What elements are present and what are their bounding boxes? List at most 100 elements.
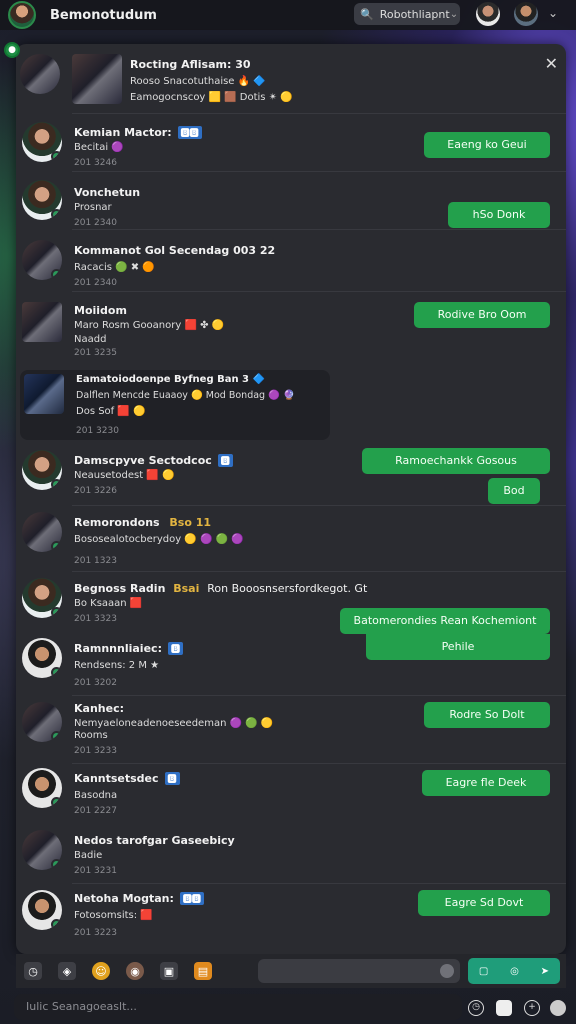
app-title: Bemonotudum [50, 7, 157, 23]
message-text: Naadd [74, 334, 107, 345]
message-text: Rendsens: 2 M ★ [74, 660, 160, 671]
attach-icon[interactable]: ▢ [479, 966, 488, 977]
list-item[interactable]: Netoha Mogtan: 🅱🅱 Fotosomsits: 🟥 201 3223… [16, 884, 566, 950]
reply-button[interactable]: Ramoechankk Gosous [362, 448, 550, 474]
heart-icon[interactable] [496, 1000, 512, 1016]
message-text: Fotosomsits: 🟥 [74, 910, 153, 921]
reply-button[interactable]: Eagre Sd Dovt [418, 890, 550, 916]
message-sender: Remorondons [74, 516, 160, 529]
user-avatar[interactable] [8, 1, 36, 29]
timestamp: 201 2340 [74, 218, 117, 228]
list-item[interactable]: Damscpyve Sectodcoc 🅱 Neausetodest 🟥 🟡 20… [16, 442, 566, 506]
timestamp: 201 2340 [74, 278, 117, 288]
status-badge: 🅱 [167, 642, 183, 655]
online-indicator-icon: ● [4, 42, 20, 58]
message-text: Prosnar [74, 202, 112, 213]
list-item[interactable]: Kemian Mactor: 🅱🅱 Becitai 🟣 201 3246 Eaen… [16, 114, 566, 172]
avatar [22, 830, 62, 870]
list-item[interactable]: Remorondons Bso 11 Bososealotocberydoy 🟡… [16, 506, 566, 572]
avatar [22, 450, 62, 490]
settings-icon[interactable] [550, 1000, 566, 1016]
reply-button[interactable]: Rodre So Dolt [424, 702, 550, 728]
send-actions: ▢ ◎ ➤ [468, 958, 560, 984]
avatar [22, 890, 62, 930]
chat-panel: ✕ Rocting Aflisam: 30 Rooso Snacotuthais… [16, 44, 566, 954]
avatar [22, 578, 62, 618]
reply-button[interactable]: Pehile [366, 634, 550, 660]
voice-icon[interactable] [440, 964, 454, 978]
top-bar: Bemonotudum 🔍 Robothliapnt ⌄ ⌄ [0, 0, 576, 30]
status-badge: 🅱🅱 [177, 126, 202, 139]
reply-button[interactable]: Batomerondies Rean Kochemiont [340, 608, 550, 634]
list-item[interactable]: Nedos tarofgar Gaseebicy Badie 201 3231 [16, 826, 566, 884]
message-sender: Kanntsetsdec [74, 772, 159, 785]
avatar [22, 302, 62, 342]
reply-button[interactable]: Rodive Bro Oom [414, 302, 550, 328]
timer-icon[interactable]: ◷ [24, 962, 42, 980]
shield-icon[interactable]: ◈ [58, 962, 76, 980]
emoji-icon[interactable]: ☺ [92, 962, 110, 980]
message-text: Dalflen Mencde Euaaoy 🟡 Mod Bondag 🟣 🔮 [76, 390, 295, 401]
message-text: Ron Booosnsersfordkegot. Gt [207, 582, 368, 595]
avatar [22, 240, 62, 280]
timestamp: 201 3246 [74, 158, 117, 168]
camera-icon[interactable]: ◎ [510, 966, 519, 977]
bottom-search-input[interactable]: Iulic Seanagoeaslt... [14, 994, 462, 1020]
timestamp: 201 3231 [74, 866, 117, 876]
plus-icon[interactable]: + [524, 1000, 540, 1016]
tag-label: Bsai [173, 582, 200, 595]
avatar-icon[interactable]: ◉ [126, 962, 144, 980]
list-item[interactable]: Vonchetun Prosnar 201 2340 hSo Donk [16, 172, 566, 230]
search-icon: 🔍 [360, 7, 374, 21]
avatar [22, 638, 62, 678]
timestamp: 201 1323 [74, 556, 117, 566]
message-sender: Moiidom [74, 304, 127, 317]
message-text: Bososealotocberydoy 🟡 🟣 🟢 🟣 [74, 534, 244, 545]
timestamp: 201 3230 [76, 426, 119, 436]
message-sender: Damscpyve Sectodcoc [74, 454, 212, 467]
status-badge: 🅱 [164, 772, 180, 785]
list-item[interactable]: Ramnnnliaiec: 🅱 Pehile Rendsens: 2 M ★ 20… [16, 634, 566, 696]
list-item[interactable]: Eamatoiodoenpe Byfneg Ban 3 🔷 Dalflen Me… [16, 366, 566, 440]
message-sender: Eamatoiodoenpe Byfneg Ban 3 🔷 [76, 374, 265, 385]
message-sender: Begnoss Radin [74, 582, 166, 595]
timestamp: 201 3235 [74, 348, 117, 358]
list-item[interactable]: Begnoss Radin Bsai Ron Booosnsersfordkeg… [16, 572, 566, 634]
sticker-icon[interactable]: ▤ [194, 962, 212, 980]
message-input[interactable] [258, 959, 460, 983]
chevron-down-icon[interactable]: ⌄ [548, 6, 558, 20]
message-text: Badie [74, 850, 103, 861]
message-sender: Kanhec: [74, 702, 124, 715]
message-text: Neausetodest 🟥 🟡 [74, 470, 175, 481]
avatar [22, 768, 62, 808]
compose-bar: ◷ ◈ ☺ ◉ ▣ ▤ ▢ ◎ ➤ [16, 954, 566, 988]
avatar [22, 122, 62, 162]
reply-button[interactable]: Eaeng ko Geui [424, 132, 550, 158]
message-sender: Vonchetun [74, 186, 141, 199]
tag-label: Bso 11 [169, 516, 212, 529]
reply-button[interactable]: Bod [488, 478, 540, 504]
thumbnail-image [72, 54, 122, 104]
avatar [22, 702, 62, 742]
list-item[interactable]: Kanhec: Nemyaeloneadenoeseedeman 🟣 🟢 🟡 R… [16, 696, 566, 764]
reply-button[interactable]: hSo Donk [448, 202, 550, 228]
message-text: Basodna [74, 790, 118, 801]
send-icon[interactable]: ➤ [541, 966, 549, 977]
list-item[interactable]: Moiidom Maro Rosm Gooanory 🟥 ✤ 🟡 Naadd 2… [16, 292, 566, 362]
contact-avatar[interactable] [514, 2, 538, 26]
timestamp: 201 3226 [74, 486, 117, 496]
clock-icon[interactable]: ◷ [468, 1000, 484, 1016]
message-text: Racacis 🟢 ✖ 🟠 [74, 262, 155, 273]
status-badge: 🅱 [217, 454, 233, 467]
list-item[interactable]: Rocting Aflisam: 30 Rooso Snacotuthaise … [16, 50, 566, 114]
message-text: Rooms [74, 730, 108, 741]
search-box[interactable]: 🔍 Robothliapnt ⌄ [354, 3, 460, 25]
list-item[interactable]: Kanntsetsdec 🅱 Basodna 201 2227 Eagre fle… [16, 764, 566, 826]
timestamp: 201 3233 [74, 746, 117, 756]
list-item[interactable]: Kommanot Gol Secendag 003 22 Racacis 🟢 ✖… [16, 230, 566, 292]
gift-icon[interactable]: ▣ [160, 962, 178, 980]
timestamp: 201 3202 [74, 678, 117, 688]
contact-avatar[interactable] [476, 2, 500, 26]
reply-button[interactable]: Eagre fle Deek [422, 770, 550, 796]
message-sender: Netoha Mogtan: [74, 892, 174, 905]
